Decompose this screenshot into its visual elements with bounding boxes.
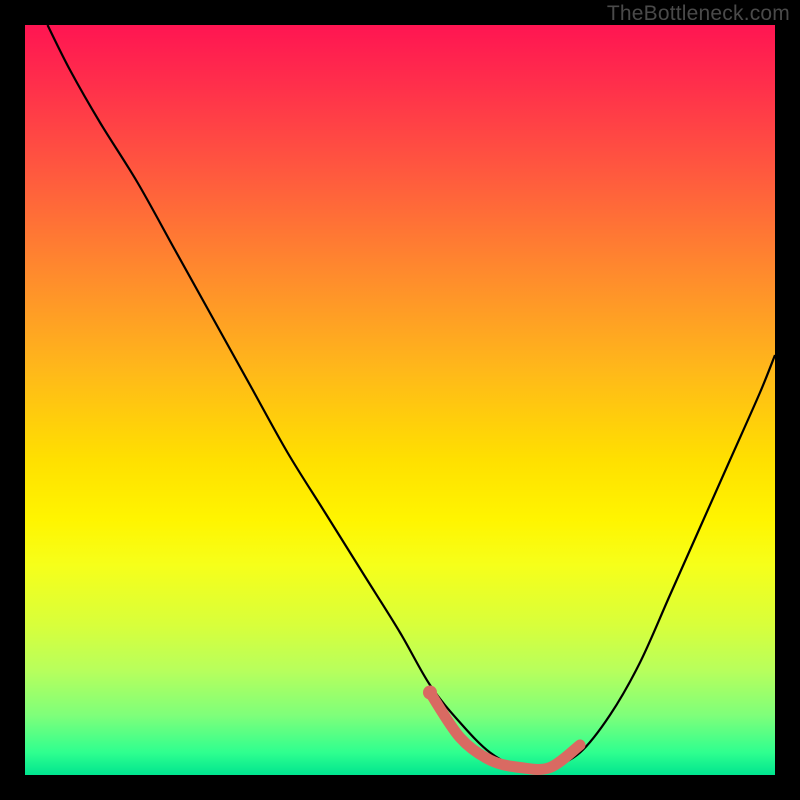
highlight-segment	[430, 693, 580, 770]
chart-frame: TheBottleneck.com	[0, 0, 800, 800]
main-curve	[48, 25, 776, 769]
highlight-dot	[423, 686, 437, 700]
curve-layer	[25, 25, 775, 775]
plot-area	[25, 25, 775, 775]
watermark-text: TheBottleneck.com	[607, 2, 790, 26]
